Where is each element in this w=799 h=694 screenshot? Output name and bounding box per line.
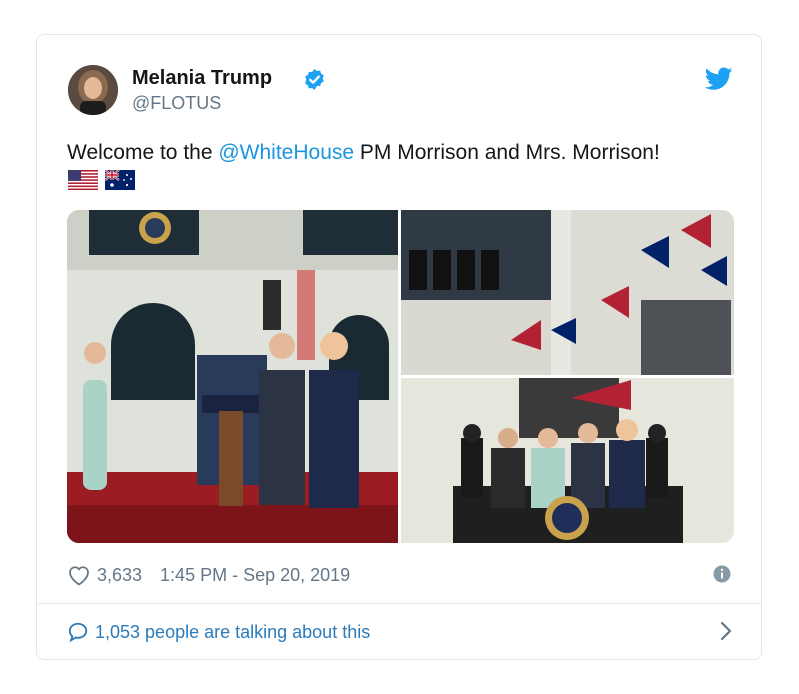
avatar[interactable]: [68, 65, 118, 115]
tweet-meta: 3,633 1:45 PM - Sep 20, 2019: [67, 564, 350, 586]
like-count[interactable]: 3,633: [97, 565, 142, 586]
author-handle[interactable]: @FLOTUS: [132, 93, 221, 114]
conversation-label: 1,053 people are talking about this: [95, 621, 371, 642]
photo-ceremony-stage: [67, 210, 398, 543]
heart-icon[interactable]: [67, 564, 91, 586]
tweet-text: Welcome to the @WhiteHouse PM Morrison a…: [67, 141, 660, 165]
chevron-right-icon[interactable]: [719, 621, 733, 641]
media-grid: [67, 210, 734, 543]
twitter-bird-icon[interactable]: [705, 67, 733, 91]
timestamp[interactable]: 1:45 PM - Sep 20, 2019: [160, 565, 350, 586]
tweet-text-end: PM Morrison and Mrs. Morrison!: [354, 141, 660, 164]
divider: [37, 603, 761, 604]
flag-emojis: [68, 170, 138, 192]
media-photo-top-right[interactable]: [401, 210, 734, 375]
us-flag-icon: [68, 170, 98, 190]
media-photo-bottom-right[interactable]: [401, 378, 734, 543]
mention-link[interactable]: @WhiteHouse: [218, 141, 354, 164]
verified-badge-icon: [305, 68, 324, 91]
author-name[interactable]: Melania Trump: [132, 67, 272, 90]
media-photo-main[interactable]: [67, 210, 398, 543]
tweet-text-start: Welcome to the: [67, 141, 219, 164]
avatar-image: [68, 65, 118, 115]
tweet-card[interactable]: Melania Trump @FLOTUS Welcome to the @Wh…: [36, 34, 762, 660]
photo-flags-stairs: [401, 210, 734, 375]
speech-bubble-icon: [68, 622, 88, 643]
photo-balcony: [401, 378, 734, 543]
conversation-link[interactable]: 1,053 people are talking about this: [67, 617, 733, 647]
australia-flag-icon: [105, 170, 136, 190]
info-icon[interactable]: [713, 565, 731, 583]
